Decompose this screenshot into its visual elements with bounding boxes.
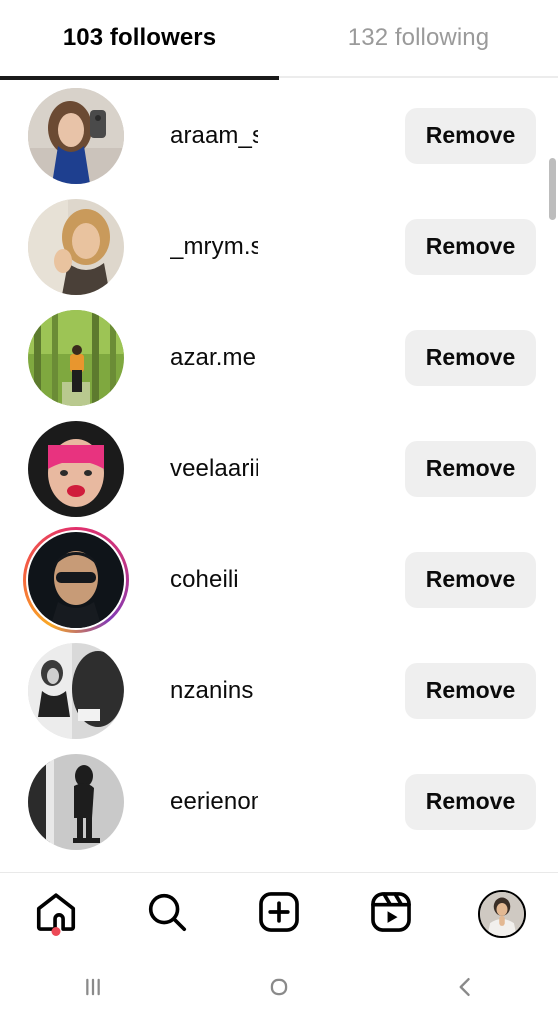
username: _mrym.s (170, 232, 258, 260)
avatar[interactable] (28, 198, 124, 295)
followers-list[interactable]: araam_s Remove _mrym.s Remove azar.me Re… (0, 80, 558, 872)
avatar-icon (478, 890, 527, 938)
table-row[interactable]: azar.me Remove (0, 302, 558, 413)
username: coheili (170, 565, 239, 593)
username-container: coheili (170, 566, 258, 594)
username-container: nzanins (170, 677, 258, 705)
username-container: veelaarii (170, 455, 258, 483)
nav-home[interactable] (0, 873, 112, 955)
table-row[interactable]: nzanins Remove (0, 635, 558, 746)
username: veelaarii (170, 454, 258, 482)
tab-following-label: 132 following (347, 24, 490, 51)
table-row[interactable]: eerienom Remove (0, 746, 558, 857)
avatar[interactable] (28, 642, 124, 739)
nav-profile[interactable] (446, 873, 558, 955)
username: araam_s (170, 121, 258, 149)
avatar-image (28, 420, 124, 517)
sysnav-recents[interactable] (0, 955, 186, 1024)
tab-followers-label: 103 followers (62, 24, 217, 51)
table-row[interactable]: araam_s Remove (0, 80, 558, 191)
username-container: _mrym.s (170, 233, 258, 261)
recents-icon (76, 970, 110, 1009)
username-container: araam_s (170, 122, 258, 150)
home-circle-icon (262, 970, 296, 1009)
instagram-followers-screen: 103 followers 132 following araam_s Remo… (0, 0, 558, 1024)
remove-button[interactable]: Remove (405, 218, 536, 275)
reels-icon (368, 889, 414, 940)
avatar-image (28, 642, 124, 739)
avatar[interactable] (28, 87, 124, 184)
scrollbar-thumb[interactable] (549, 158, 556, 220)
username-container: eerienom (170, 788, 258, 816)
tab-followers[interactable]: 103 followers (0, 0, 279, 76)
username: nzanins (170, 676, 254, 704)
remove-button[interactable]: Remove (405, 551, 536, 608)
notification-badge-dot (51, 927, 61, 936)
avatar-image (28, 531, 124, 628)
avatar[interactable] (28, 420, 124, 517)
tab-following[interactable]: 132 following (279, 0, 558, 76)
back-chevron-icon (448, 970, 482, 1009)
tab-bar: 103 followers 132 following (0, 0, 558, 76)
nav-reels[interactable] (335, 873, 447, 955)
remove-button[interactable]: Remove (405, 773, 536, 830)
username-container: azar.me (170, 344, 258, 372)
create-icon (256, 889, 302, 940)
table-row[interactable]: _mrym.s Remove (0, 191, 558, 302)
avatar[interactable] (23, 526, 129, 633)
username: azar.me (170, 343, 257, 371)
avatar[interactable] (28, 753, 124, 850)
tab-inactive-divider (279, 76, 558, 78)
username: eerienom (170, 787, 258, 815)
table-row[interactable]: coheili Remove (0, 524, 558, 635)
nav-create[interactable] (223, 873, 335, 955)
avatar-image (28, 753, 124, 850)
sysnav-back[interactable] (372, 955, 558, 1024)
avatar-image (28, 198, 124, 295)
remove-button[interactable]: Remove (405, 107, 536, 164)
android-system-navigation-bar (0, 955, 558, 1024)
avatar[interactable] (28, 309, 124, 406)
search-icon (144, 889, 190, 940)
avatar-image (28, 309, 124, 406)
avatar-image (28, 87, 124, 184)
table-row[interactable]: veelaarii Remove (0, 413, 558, 524)
remove-button[interactable]: Remove (405, 662, 536, 719)
remove-button[interactable]: Remove (405, 440, 536, 497)
sysnav-home[interactable] (186, 955, 372, 1024)
remove-button[interactable]: Remove (405, 329, 536, 386)
bottom-navigation-bar (0, 872, 558, 955)
nav-search[interactable] (112, 873, 224, 955)
